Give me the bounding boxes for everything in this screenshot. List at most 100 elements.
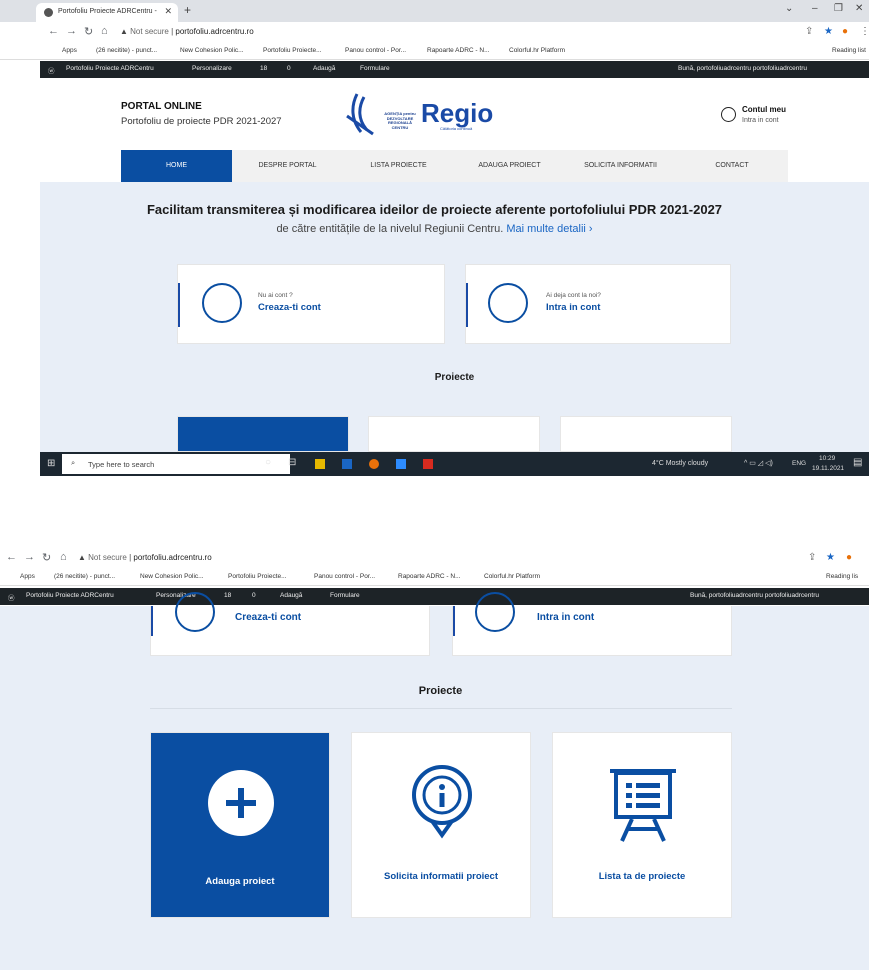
wp-add-new[interactable]: Adaugă xyxy=(313,65,335,72)
bookmark-item[interactable]: Rapoarte ADRC - N... xyxy=(427,47,490,54)
project-list-tile[interactable] xyxy=(560,416,732,452)
account-login-link[interactable]: Intra in cont xyxy=(742,117,779,124)
wp-updates[interactable]: 18 xyxy=(260,65,267,72)
wp-forms[interactable]: Formulare xyxy=(330,592,360,599)
back-icon[interactable]: ← xyxy=(6,551,17,563)
bookmark-item[interactable]: Panou control - Por... xyxy=(345,47,406,54)
bookmark-item[interactable]: (26 necitite) - punct... xyxy=(54,573,115,580)
reading-list[interactable]: Reading list xyxy=(832,47,866,54)
bookmark-item[interactable]: Apps xyxy=(62,47,77,54)
tile-label: Adauga proiect xyxy=(205,876,275,887)
login-card[interactable]: Ai deja cont la noi? Intra in cont xyxy=(465,264,731,344)
lang-indicator[interactable]: ENG xyxy=(792,460,806,467)
zoom-icon[interactable] xyxy=(396,459,406,469)
bookmark-item[interactable]: Colorful.hr Platform xyxy=(484,573,540,580)
projects-heading: Proiecte xyxy=(418,685,463,697)
bookmark-item[interactable]: Portofoliu Proiecte... xyxy=(263,47,322,54)
browser-tab[interactable]: Portofoliu Proiecte ADRCentru - ✕ xyxy=(36,3,178,22)
notifications-icon[interactable]: ▤ xyxy=(853,457,862,468)
request-info-tile[interactable]: Solicita informatii proiect xyxy=(351,732,531,918)
acrobat-icon[interactable] xyxy=(423,459,433,469)
add-project-tile[interactable] xyxy=(177,416,349,452)
taskbar-search[interactable]: ⌕ Type here to search xyxy=(62,454,290,474)
wp-customize[interactable]: Personalizare xyxy=(192,65,232,72)
tab-title: Portofoliu Proiecte ADRCentru - xyxy=(58,8,157,15)
windows-start-icon[interactable]: ⊞ xyxy=(47,458,55,469)
reload-icon[interactable]: ↻ xyxy=(84,25,93,38)
url-field[interactable]: ▲ Not secure | portofoliu.adrcentru.ro xyxy=(120,27,254,36)
bookmark-item[interactable]: Rapoarte ADRC - N... xyxy=(398,573,461,580)
chrome-icon[interactable] xyxy=(369,459,379,469)
menu-lista[interactable]: LISTA PROIECTE xyxy=(343,150,454,182)
wp-forms[interactable]: Formulare xyxy=(360,65,390,72)
bookmark-item[interactable]: Apps xyxy=(20,573,35,580)
task-view-icon[interactable]: ⊟ xyxy=(288,457,296,468)
not-secure-label: Not secure xyxy=(130,27,169,36)
profile-icon[interactable]: ● xyxy=(846,552,852,563)
close-window-icon[interactable]: ✕ xyxy=(855,3,863,14)
forward-icon[interactable]: → xyxy=(66,25,77,37)
add-project-tile[interactable]: Adauga proiect xyxy=(150,732,330,918)
menu-home[interactable]: HOME xyxy=(121,150,232,182)
wp-greeting[interactable]: Bună, portofoliuadrcentru portofoliuadrc… xyxy=(690,592,819,599)
more-details-link[interactable]: Mai multe detalii › xyxy=(506,223,592,235)
share-icon[interactable]: ⇪ xyxy=(805,26,813,37)
regio-logo: Regio xyxy=(421,98,494,128)
clock-date[interactable]: 19.11.2021 xyxy=(812,465,844,472)
star-icon[interactable]: ★ xyxy=(824,26,833,37)
reload-icon[interactable]: ↻ xyxy=(42,551,51,564)
create-account-card[interactable]: Creaza-ti cont xyxy=(150,592,430,656)
menu-despre[interactable]: DESPRE PORTAL xyxy=(232,150,343,182)
menu-solicita[interactable]: SOLICITA INFORMATII xyxy=(565,150,676,182)
maximize-icon[interactable]: ❐ xyxy=(834,3,843,14)
request-info-tile[interactable] xyxy=(368,416,540,452)
adr-logo-text: AGENȚIA pentru DEZVOLTARE REGIONALĂ CENT… xyxy=(384,111,416,130)
project-list-tile[interactable]: Lista ta de proiecte xyxy=(552,732,732,918)
wp-greeting[interactable]: Bună, portofoliuadrcentru portofoliuadrc… xyxy=(678,65,807,72)
bookmark-item[interactable]: Colorful.hr Platform xyxy=(509,47,565,54)
menu-contact[interactable]: CONTACT xyxy=(676,150,788,182)
wp-add-new[interactable]: Adaugă xyxy=(280,592,302,599)
home-icon[interactable]: ⌂ xyxy=(101,25,108,37)
back-icon[interactable]: ← xyxy=(48,25,59,37)
windows-taskbar: ⊞ ⌕ Type here to search ○ ⊟ 4°C Mostly c… xyxy=(40,452,869,476)
close-tab-icon[interactable]: ✕ xyxy=(164,6,172,17)
create-account-card[interactable]: Nu ai cont ? Creaza-ti cont xyxy=(177,264,445,344)
bookmark-item[interactable]: Panou control - Por... xyxy=(314,573,375,580)
warning-icon: ▲ xyxy=(78,553,86,562)
wp-comments[interactable]: 0 xyxy=(287,65,291,72)
wp-site-name[interactable]: Portofoliu Proiecte ADRCentru xyxy=(66,65,154,72)
clock-time[interactable]: 10:29 xyxy=(819,455,835,462)
menu-dots-icon[interactable]: ⋮ xyxy=(860,26,869,37)
new-tab-icon[interactable]: + xyxy=(184,3,191,17)
wp-updates[interactable]: 18 xyxy=(224,592,231,599)
menu-adauga[interactable]: ADAUGA PROIECT xyxy=(454,150,565,182)
minimize-icon[interactable]: – xyxy=(812,3,818,14)
regio-tagline: Călătoria continuă xyxy=(440,126,473,131)
bookmark-item[interactable]: New Cohesion Polic... xyxy=(180,47,244,54)
file-explorer-icon[interactable] xyxy=(315,459,325,469)
reading-list[interactable]: Reading lis xyxy=(826,573,858,580)
home-icon[interactable]: ⌂ xyxy=(60,551,67,563)
chevron-down-icon[interactable]: ⌄ xyxy=(785,3,793,14)
wp-comments[interactable]: 0 xyxy=(252,592,256,599)
forward-icon[interactable]: → xyxy=(24,551,35,563)
bookmark-item[interactable]: (26 necitite) - punct... xyxy=(96,47,157,54)
wordpress-icon[interactable]: ⓦ xyxy=(48,65,55,75)
share-icon[interactable]: ⇪ xyxy=(808,552,816,563)
weather-widget[interactable]: 4°C Mostly cloudy xyxy=(652,460,708,467)
login-card[interactable]: Intra in cont xyxy=(452,592,732,656)
wp-site-name[interactable]: Portofoliu Proiecte ADRCentru xyxy=(26,592,114,599)
url-field[interactable]: ▲ Not secure | portofoliu.adrcentru.ro xyxy=(78,553,212,562)
site-favicon-icon xyxy=(44,8,53,17)
wordpress-icon[interactable]: ⓦ xyxy=(8,592,15,602)
profile-icon[interactable]: ● xyxy=(842,26,848,37)
cortana-icon[interactable]: ○ xyxy=(265,457,271,468)
bookmark-item[interactable]: New Cohesion Polic... xyxy=(140,573,204,580)
tray-icons[interactable]: ^ ▭ ◿ ◁) xyxy=(744,459,773,467)
star-icon[interactable]: ★ xyxy=(826,552,835,563)
account-title[interactable]: Contul meu xyxy=(742,105,786,114)
user-icon[interactable] xyxy=(721,107,736,122)
bookmark-item[interactable]: Portofoliu Proiecte... xyxy=(228,573,287,580)
outlook-icon[interactable] xyxy=(342,459,352,469)
